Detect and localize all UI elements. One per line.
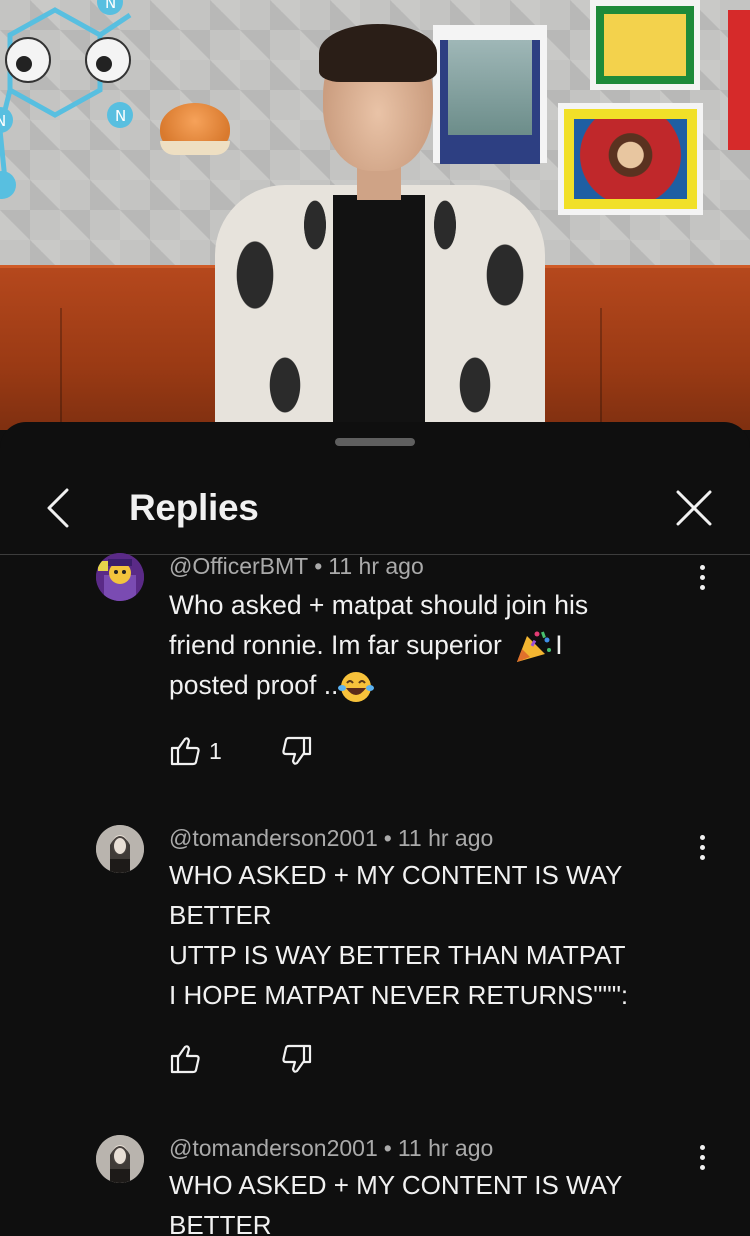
comment-time: 11 hr ago <box>397 825 494 851</box>
close-button[interactable] <box>670 484 718 532</box>
video-player[interactable]: N N N <box>0 0 750 430</box>
comment-text-line: Who asked + matpat should join his <box>169 590 589 620</box>
comment-text-line: friend ronnie. Im far superior I <box>169 625 689 665</box>
separator-dot: • <box>383 1135 392 1161</box>
avatar[interactable] <box>96 1135 144 1183</box>
comment-text: WHO ASKED + MY CONTENT IS WAY BETTER UTT… <box>169 860 629 1010</box>
dislike-button[interactable] <box>281 1043 313 1080</box>
poster-frame <box>558 103 703 215</box>
poster-frame <box>728 10 750 150</box>
avatar[interactable] <box>96 825 144 873</box>
comment-author[interactable]: @OfficerBMT <box>169 553 308 579</box>
svg-text:N: N <box>0 112 6 130</box>
more-options-button[interactable] <box>688 827 716 867</box>
comment-meta: @tomanderson2001 • 11 hr ago <box>169 823 493 853</box>
comment-author[interactable]: @tomanderson2001 <box>169 825 378 851</box>
comment-text-fragment: I <box>555 630 563 660</box>
separator-dot: • <box>383 825 392 851</box>
comment-author[interactable]: @tomanderson2001 <box>169 1135 378 1161</box>
separator-dot: • <box>314 553 323 579</box>
avatar[interactable] <box>96 553 144 601</box>
svg-text:N: N <box>115 107 126 125</box>
replies-sheet: Replies @OfficerBMT • 11 hr ago Who aske… <box>0 422 750 1236</box>
back-button[interactable] <box>34 484 82 532</box>
comment-meta: @tomanderson2001 • 11 hr ago <box>169 1133 493 1163</box>
svg-text:N: N <box>105 0 116 12</box>
party-popper-emoji <box>517 631 552 662</box>
thumb-up-icon <box>170 737 200 766</box>
back-chevron-icon <box>47 488 69 528</box>
more-vert-icon <box>699 834 705 840</box>
comment-meta: @OfficerBMT • 11 hr ago <box>169 551 424 581</box>
thumb-down-icon <box>282 736 312 765</box>
avatar-image <box>96 553 144 601</box>
presenter <box>215 20 545 430</box>
comment-text: WHO ASKED + MY CONTENT IS WAY BETTER <box>169 1170 623 1236</box>
like-count: 1 <box>209 737 222 764</box>
replies-header: Replies <box>0 462 750 555</box>
page-title: Replies <box>129 487 259 528</box>
thumb-down-icon <box>282 1044 312 1073</box>
more-vert-icon <box>699 564 705 570</box>
dislike-button[interactable] <box>281 735 313 772</box>
molecule-decoration: N N N <box>0 0 133 199</box>
like-button[interactable] <box>169 1043 209 1075</box>
avatar-image <box>96 825 144 873</box>
comment-time: 11 hr ago <box>397 1135 494 1161</box>
comment-text: Who asked + matpat should join his frien… <box>169 585 689 705</box>
comment-text-line: posted proof .. <box>169 665 689 705</box>
laughing-emoji <box>338 672 375 702</box>
more-options-button[interactable] <box>688 1137 716 1177</box>
drag-handle[interactable] <box>335 438 415 446</box>
like-button[interactable]: 1 <box>169 735 222 767</box>
more-options-button[interactable] <box>688 557 716 597</box>
more-vert-icon <box>699 1144 705 1150</box>
avatar-image <box>96 1135 144 1183</box>
thumb-up-icon <box>170 1045 200 1074</box>
comment-text-fragment: posted proof .. <box>169 670 339 700</box>
comment-time: 11 hr ago <box>328 553 424 579</box>
poster-frame <box>590 0 700 90</box>
close-icon <box>676 490 712 526</box>
comment-text-fragment: friend ronnie. Im far superior <box>169 630 502 660</box>
